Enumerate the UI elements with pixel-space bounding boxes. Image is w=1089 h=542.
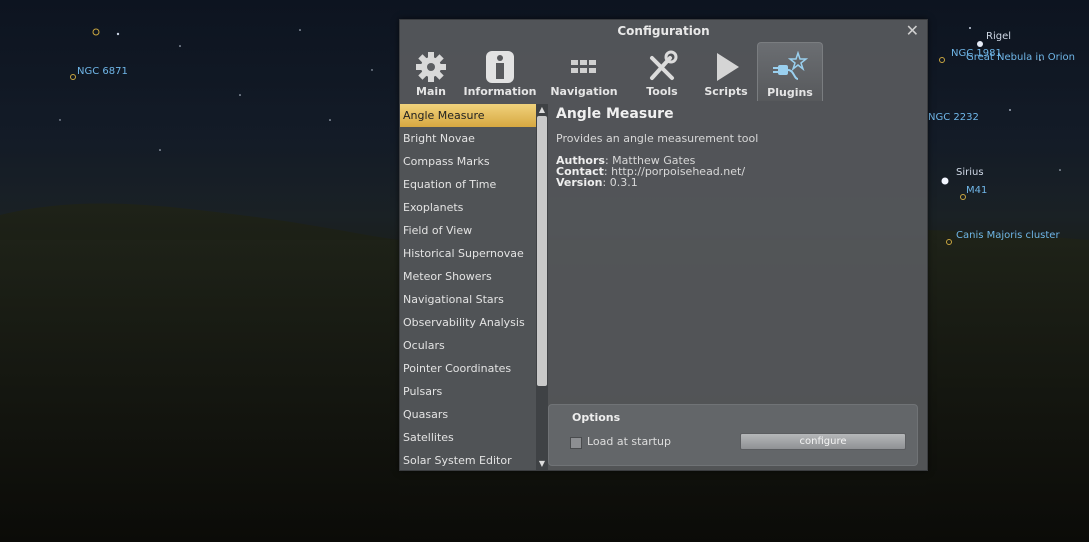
tab-plugins-label: Plugins bbox=[767, 86, 813, 99]
scrollbar-thumb[interactable] bbox=[537, 116, 547, 386]
plugin-details: Angle Measure Provides an angle measurem… bbox=[554, 104, 914, 374]
tab-plugins[interactable]: Plugins bbox=[757, 42, 823, 101]
plugin-list-scrollbar[interactable]: ▲ ▼ bbox=[536, 104, 548, 470]
load-at-startup-label[interactable]: Load at startup bbox=[587, 435, 671, 448]
plugin-list-item[interactable]: Exoplanets bbox=[400, 196, 536, 219]
scroll-up-icon[interactable]: ▲ bbox=[536, 104, 548, 116]
plugin-list-item[interactable]: Meteor Showers bbox=[400, 265, 536, 288]
tab-main[interactable]: Main bbox=[406, 42, 456, 100]
version-value: 0.3.1 bbox=[609, 176, 638, 189]
sky-label-sirius: Sirius bbox=[956, 167, 984, 178]
tab-information[interactable]: Information bbox=[458, 42, 542, 100]
plugin-version: Version: 0.3.1 bbox=[556, 176, 638, 189]
options-panel: Options Load at startup configure bbox=[548, 404, 918, 466]
plugin-name: Angle Measure bbox=[556, 106, 674, 122]
load-at-startup-checkbox[interactable] bbox=[570, 437, 582, 449]
play-icon bbox=[717, 53, 739, 81]
tools-icon bbox=[650, 50, 678, 80]
sky-label-orion-nebula: Great Nebula in Orion bbox=[966, 52, 1075, 63]
plugin-list-item[interactable]: Pulsars bbox=[400, 380, 536, 403]
options-title: Options bbox=[572, 411, 621, 424]
plugin-icon bbox=[773, 51, 808, 80]
sky-label-canis-majoris-cluster: Canis Majoris cluster bbox=[956, 230, 1060, 241]
sky-label-m41: M41 bbox=[966, 185, 988, 196]
plugin-list[interactable]: Angle Measure Bright Novae Compass Marks… bbox=[400, 104, 536, 470]
plugin-list-item[interactable]: Historical Supernovae bbox=[400, 242, 536, 265]
plugin-list-item[interactable]: Solar System Editor bbox=[400, 449, 536, 470]
tab-navigation[interactable]: Navigation bbox=[546, 42, 622, 100]
scroll-down-icon[interactable]: ▼ bbox=[536, 458, 548, 470]
tab-tools-label: Tools bbox=[646, 85, 678, 98]
title-bar[interactable]: Configuration ✕ bbox=[400, 20, 927, 42]
plugin-list-item[interactable]: Bright Novae bbox=[400, 127, 536, 150]
plugin-list-item[interactable]: Angle Measure bbox=[400, 104, 536, 127]
tab-bar: Main Information Navigation Tools Script… bbox=[400, 42, 927, 101]
tab-scripts[interactable]: Scripts bbox=[700, 42, 752, 100]
version-label: Version bbox=[556, 176, 603, 189]
sky-label-ngc6871: NGC 6871 bbox=[77, 66, 128, 77]
plugin-list-item[interactable]: Satellites bbox=[400, 426, 536, 449]
window-title: Configuration bbox=[617, 24, 710, 38]
tab-information-label: Information bbox=[463, 85, 537, 98]
configuration-window: Configuration ✕ Main Information Navigat… bbox=[399, 19, 928, 471]
tab-scripts-label: Scripts bbox=[704, 85, 748, 98]
plugin-description: Provides an angle measurement tool bbox=[556, 132, 759, 145]
plugin-list-item[interactable]: Compass Marks bbox=[400, 150, 536, 173]
gear-icon bbox=[416, 52, 446, 82]
tab-navigation-label: Navigation bbox=[550, 85, 618, 98]
close-icon[interactable]: ✕ bbox=[906, 21, 919, 40]
plugin-list-item[interactable]: Equation of Time bbox=[400, 173, 536, 196]
tab-tools[interactable]: Tools bbox=[640, 42, 684, 100]
plugin-list-item[interactable]: Pointer Coordinates bbox=[400, 357, 536, 380]
plugin-list-item[interactable]: Navigational Stars bbox=[400, 288, 536, 311]
plugin-list-item[interactable]: Quasars bbox=[400, 403, 536, 426]
navigation-icon bbox=[571, 60, 596, 73]
plugin-list-item[interactable]: Oculars bbox=[400, 334, 536, 357]
configure-button[interactable]: configure bbox=[740, 433, 906, 450]
sky-label-ngc2232: NGC 2232 bbox=[928, 112, 979, 123]
plugin-list-item[interactable]: Observability Analysis bbox=[400, 311, 536, 334]
plugin-list-item[interactable]: Field of View bbox=[400, 219, 536, 242]
tab-main-label: Main bbox=[416, 85, 446, 98]
sky-label-rigel: Rigel bbox=[986, 31, 1012, 42]
info-icon bbox=[486, 51, 514, 83]
